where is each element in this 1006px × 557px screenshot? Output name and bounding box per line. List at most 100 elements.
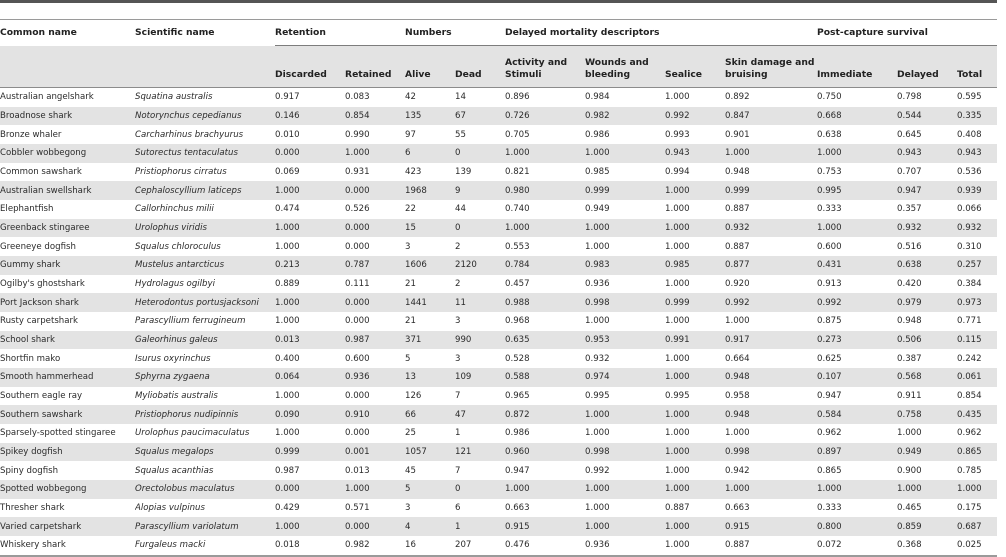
cell-dead: 7 — [455, 465, 461, 476]
cell-sealice: 1.000 — [665, 442, 725, 462]
cell-activity: 0.988 — [505, 293, 585, 313]
cell-scientific-name: Sphyrna zygaena — [135, 368, 275, 387]
cell-skin: 0.932 — [725, 218, 817, 238]
cell-delayed: 0.798 — [897, 92, 922, 103]
cell-discarded: 1.000 — [275, 218, 345, 238]
cell-sealice: 1.000 — [665, 204, 690, 215]
cell-wounds: 0.999 — [585, 181, 665, 201]
sub-header-wounds: Wounds and bleeding — [585, 45, 665, 88]
cell-skin: 1.000 — [725, 480, 817, 499]
cell-wounds: 1.000 — [585, 503, 610, 514]
cell-immediate: 0.625 — [817, 353, 842, 364]
cell-wounds: 1.000 — [585, 480, 665, 499]
cell-delayed: 0.506 — [897, 330, 957, 350]
cell-sealice: 0.994 — [665, 167, 690, 178]
cell-delayed: 0.900 — [897, 465, 922, 476]
cell-discarded: 1.000 — [275, 181, 345, 201]
cell-wounds: 1.000 — [585, 405, 665, 425]
cell-common-name: Port Jackson shark — [0, 293, 135, 313]
cell-common-name: Cobbler wobbegong — [0, 144, 135, 163]
cell-immediate: 0.865 — [817, 465, 842, 476]
cell-discarded: 0.917 — [275, 92, 300, 103]
cell-wounds: 0.998 — [585, 293, 665, 313]
cell-dead: 55 — [455, 129, 466, 140]
table-row: Ogilby's ghostshark Hydrolagus ogilbyi 0.8… — [0, 275, 997, 294]
cell-retained: 0.600 — [345, 353, 370, 364]
cell-retained: 0.000 — [345, 293, 405, 313]
cell-delayed: 0.387 — [897, 353, 922, 364]
cell-sealice: 0.993 — [665, 129, 690, 140]
cell-discarded: 0.000 — [275, 480, 345, 499]
cell-alive: 1441 — [405, 293, 455, 313]
cell-skin: 0.887 — [725, 241, 750, 252]
cell-retained: 0.854 — [345, 106, 405, 126]
cell-wounds: 1.000 — [585, 218, 665, 238]
cell-common-name: Spotted wobbegong — [0, 480, 135, 499]
cell-delayed: 0.544 — [897, 106, 957, 126]
cell-scientific-name: Callorhinchus milii — [135, 204, 214, 215]
cell-discarded: 0.000 — [275, 144, 345, 163]
cell-delayed: 0.979 — [897, 293, 957, 313]
cell-common-name: Southern sawshark — [0, 405, 135, 425]
cell-total: 0.939 — [957, 181, 997, 201]
cell-immediate: 0.600 — [817, 241, 842, 252]
cell-skin: 1.000 — [725, 428, 750, 439]
table-body: Australian angelshark Squatina australis 0… — [0, 88, 997, 557]
cell-wounds: 1.000 — [585, 144, 665, 163]
cell-dead: 0 — [455, 480, 505, 499]
cell-sealice: 1.000 — [665, 181, 725, 201]
cell-total: 0.785 — [957, 465, 982, 476]
cell-total: 0.865 — [957, 442, 997, 462]
cell-dead: 3 — [455, 353, 461, 364]
cell-total: 0.242 — [957, 353, 982, 364]
cell-discarded: 0.064 — [275, 368, 345, 387]
cell-immediate: 1.000 — [817, 480, 897, 499]
cell-retained: 1.000 — [345, 480, 405, 499]
cell-sealice: 1.000 — [665, 465, 690, 476]
cell-dead: 109 — [455, 368, 505, 387]
cell-retained: 0.000 — [345, 428, 370, 439]
cell-total: 0.310 — [957, 241, 982, 252]
cell-retained: 0.000 — [345, 181, 405, 201]
cell-dead: 990 — [455, 330, 505, 350]
sub-header-skin: Skin damage and bruising — [725, 45, 817, 88]
cell-sealice: 0.995 — [665, 391, 690, 402]
cell-wounds: 0.982 — [585, 106, 665, 126]
cell-common-name: Common sawshark — [0, 167, 82, 178]
cell-wounds: 0.974 — [585, 368, 665, 387]
cell-common-name: Ogilby's ghostshark — [0, 279, 85, 290]
cell-common-name: Southern eagle ray — [0, 391, 83, 402]
cell-activity: 1.000 — [505, 144, 585, 163]
cell-sealice: 0.887 — [665, 503, 690, 514]
cell-wounds: 0.936 — [585, 279, 610, 290]
sub-header-dead: Dead — [455, 45, 505, 88]
cell-total: 0.066 — [957, 204, 982, 215]
cell-dead: 2 — [455, 241, 461, 252]
cell-delayed: 0.420 — [897, 279, 922, 290]
cell-dead: 44 — [455, 204, 466, 215]
cell-total: 0.257 — [957, 256, 997, 275]
cell-discarded: 0.213 — [275, 256, 345, 275]
cell-alive: 126 — [405, 391, 422, 402]
cell-dead: 1 — [455, 517, 505, 537]
cell-common-name: Rusty carpetshark — [0, 316, 79, 327]
cell-immediate: 0.333 — [817, 503, 842, 514]
cell-skin: 0.901 — [725, 129, 750, 140]
cell-total: 0.061 — [957, 368, 997, 387]
cell-delayed: 0.932 — [897, 218, 957, 238]
header-post-capture-label: Post-capture survival — [817, 27, 928, 38]
cell-immediate: 1.000 — [817, 144, 897, 163]
cell-scientific-name: Mustelus antarcticus — [135, 256, 275, 275]
cell-skin: 1.000 — [725, 316, 750, 327]
cell-sealice: 1.000 — [665, 368, 725, 387]
cell-total: 0.435 — [957, 405, 997, 425]
cell-activity: 0.965 — [505, 391, 530, 402]
cell-immediate: 0.753 — [817, 167, 842, 178]
cell-immediate: 1.000 — [817, 218, 897, 238]
cell-discarded: 1.000 — [275, 316, 300, 327]
cell-alive: 66 — [405, 405, 455, 425]
cell-dead: 0 — [455, 218, 505, 238]
cell-sealice: 1.000 — [665, 353, 690, 364]
cell-discarded: 0.987 — [275, 465, 300, 476]
cell-total: 0.335 — [957, 106, 997, 126]
